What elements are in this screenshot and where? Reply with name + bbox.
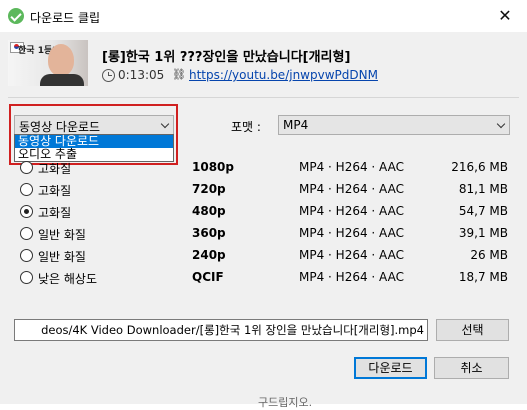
divider [8, 97, 519, 98]
codec-label: MP4 · H264 · AAC [299, 226, 404, 240]
size-label: 39,1 MB [458, 226, 508, 240]
resolution-label: QCIF [192, 270, 224, 284]
quality-row[interactable]: 고화질 1080p MP4 · H264 · AAC 216,6 MB [18, 158, 513, 178]
highlight-box [9, 104, 178, 165]
quality-label: 일반 화질 [38, 250, 86, 264]
format-select[interactable]: MP4 [278, 115, 510, 135]
save-path-field[interactable]: deos/4K Video Downloader/[롱]한국 1위 장인을 만났… [14, 319, 428, 341]
quality-row[interactable]: 고화질 720p MP4 · H264 · AAC 81,1 MB [18, 180, 513, 200]
quality-radio[interactable] [20, 227, 33, 240]
background-window-text: 구드립지오. [258, 396, 313, 409]
window-title: 다운로드 클립 [30, 11, 101, 25]
codec-label: MP4 · H264 · AAC [299, 204, 404, 218]
cancel-button[interactable]: 취소 [434, 357, 509, 379]
chevron-down-icon [496, 119, 506, 129]
size-label: 54,7 MB [458, 204, 508, 218]
codec-label: MP4 · H264 · AAC [299, 270, 404, 284]
video-title: [롱]한국 1위 ???장인을 만났습니다[개리형] [102, 50, 351, 65]
quality-label: 고화질 [38, 162, 72, 176]
resolution-label: 480p [192, 204, 226, 218]
size-label: 26 MB [470, 248, 508, 262]
resolution-label: 1080p [192, 160, 234, 174]
resolution-label: 720p [192, 182, 226, 196]
quality-radio[interactable] [20, 183, 33, 196]
quality-radio[interactable] [20, 249, 33, 262]
window-titlebar: 다운로드 클립 ✕ [0, 0, 527, 32]
video-duration: 0:13:05 [118, 68, 165, 82]
codec-label: MP4 · H264 · AAC [299, 248, 404, 262]
close-button[interactable]: ✕ [490, 4, 520, 28]
size-label: 81,1 MB [458, 182, 508, 196]
resolution-label: 240p [192, 248, 226, 262]
quality-label: 낮은 해상도 [38, 272, 98, 286]
quality-radio-selected[interactable] [20, 205, 33, 218]
quality-label: 일반 화질 [38, 228, 86, 242]
browse-button[interactable]: 선택 [436, 319, 509, 341]
format-value: MP4 [283, 118, 309, 132]
codec-label: MP4 · H264 · AAC [299, 182, 404, 196]
video-thumbnail: 한국 1등? [8, 40, 88, 86]
size-label: 216,6 MB [451, 160, 508, 174]
codec-label: MP4 · H264 · AAC [299, 160, 404, 174]
link-icon: ⛓ [172, 68, 186, 81]
quality-row[interactable]: 낮은 해상도 QCIF MP4 · H264 · AAC 18,7 MB [18, 268, 513, 288]
quality-row[interactable]: 일반 화질 360p MP4 · H264 · AAC 39,1 MB [18, 224, 513, 244]
quality-row[interactable]: 일반 화질 240p MP4 · H264 · AAC 26 MB [18, 246, 513, 266]
quality-label: 고화질 [38, 206, 72, 220]
video-url-link[interactable]: https://youtu.be/jnwpvwPdDNM [189, 68, 378, 82]
clock-icon [102, 69, 115, 82]
size-label: 18,7 MB [458, 270, 508, 284]
resolution-label: 360p [192, 226, 226, 240]
download-button[interactable]: 다운로드 [354, 357, 427, 379]
quality-radio[interactable] [20, 271, 33, 284]
save-path-value: deos/4K Video Downloader/[롱]한국 1위 장인을 만났… [41, 323, 424, 337]
quality-radio[interactable] [20, 161, 33, 174]
format-label: 포맷 : [231, 120, 261, 134]
quality-label: 고화질 [38, 184, 72, 198]
app-check-icon [8, 8, 24, 24]
quality-row[interactable]: 고화질 480p MP4 · H264 · AAC 54,7 MB [18, 202, 513, 222]
